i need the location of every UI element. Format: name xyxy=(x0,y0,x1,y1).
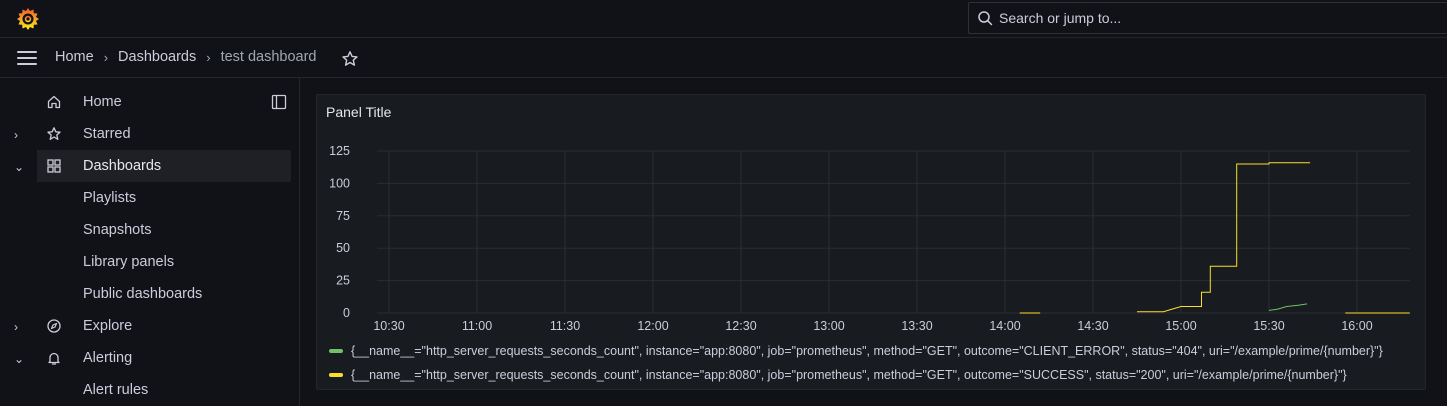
bell-icon xyxy=(48,352,60,365)
x-tick-label: 11:00 xyxy=(462,319,492,331)
legend-label: {__name__="http_server_requests_seconds_… xyxy=(351,368,1347,382)
breadcrumb-current: test dashboard xyxy=(220,49,317,65)
chevron-down-icon[interactable]: ⌄ xyxy=(14,352,24,366)
series-client-error-line xyxy=(1268,303,1308,311)
legend-label: {__name__="http_server_requests_seconds_… xyxy=(351,344,1383,358)
x-axis: 10:30 11:00 11:30 12:00 12:30 13:00 13:30 14:00… xyxy=(373,319,1372,331)
chart-series xyxy=(1019,162,1410,314)
y-axis: 0 25 50 75 100 125 xyxy=(329,144,350,320)
x-tick-label: 13:00 xyxy=(813,319,844,331)
chevron-down-icon[interactable]: ⌄ xyxy=(14,160,24,174)
y-tick-label: 50 xyxy=(336,241,350,255)
sidebar-item-snapshots[interactable]: Snapshots xyxy=(0,214,291,246)
sidebar-item-label: Public dashboards xyxy=(83,286,203,302)
grafana-logo-icon[interactable] xyxy=(15,6,41,32)
sidebar-item-dashboards[interactable]: Dashboards xyxy=(37,150,291,182)
x-tick-label: 14:00 xyxy=(989,319,1020,331)
search-placeholder: Search or jump to... xyxy=(999,10,1122,26)
sidebar-item-label: Alert rules xyxy=(83,382,149,398)
legend-swatch xyxy=(329,373,343,377)
dashboard-canvas: Panel Title 0 25 50 75 100 125 10:30 11:00 11:3… xyxy=(300,78,1447,406)
home-icon xyxy=(47,95,61,109)
sidebar-item-label: Home xyxy=(83,94,122,110)
sidebar-item-public-dashboards[interactable]: Public dashboards xyxy=(0,278,291,310)
breadcrumb-home[interactable]: Home xyxy=(55,49,94,65)
x-tick-label: 14:30 xyxy=(1077,319,1108,331)
x-tick-label: 15:30 xyxy=(1253,319,1284,331)
y-tick-label: 100 xyxy=(329,176,350,190)
chevron-right-icon: › xyxy=(103,49,109,65)
x-tick-label: 11:30 xyxy=(550,319,580,331)
sidebar-item-label: Playlists xyxy=(83,190,137,206)
chevron-right-icon[interactable]: › xyxy=(14,320,24,334)
sidebar: Home › Starred ⌄ Dashboards Playlists Sn… xyxy=(0,78,300,406)
sidebar-item-label: Snapshots xyxy=(83,222,152,238)
legend-item[interactable]: {__name__="http_server_requests_seconds_… xyxy=(329,339,1425,363)
sidebar-item-starred[interactable]: › Starred xyxy=(0,118,291,150)
x-tick-label: 12:00 xyxy=(637,319,668,331)
chart-grid xyxy=(377,150,1410,314)
sidebar-item-playlists[interactable]: Playlists xyxy=(0,182,291,214)
sidebar-item-explore[interactable]: › Explore xyxy=(0,310,291,342)
x-tick-label: 12:30 xyxy=(725,319,756,331)
x-tick-label: 10:30 xyxy=(373,319,404,331)
chevron-right-icon: › xyxy=(206,49,211,65)
search-icon xyxy=(978,11,993,26)
chevron-right-icon[interactable]: › xyxy=(14,128,24,142)
sidebar-item-label: Alerting xyxy=(83,350,133,366)
compass-icon xyxy=(47,319,61,333)
y-tick-label: 75 xyxy=(336,209,350,223)
breadcrumb-dashboards[interactable]: Dashboards xyxy=(118,49,196,65)
time-series-chart[interactable]: 0255075100125 10:30 11:00 11:30 12:00 12:30 1… xyxy=(317,131,1426,331)
chart-legend: {__name__="http_server_requests_seconds_… xyxy=(329,339,1425,387)
sidebar-item-label: Library panels xyxy=(83,254,175,270)
breadcrumb: Home › Dashboards › test dashboard xyxy=(55,49,317,65)
sidebar-item-library-panels[interactable]: Library panels xyxy=(0,246,291,278)
panel[interactable]: Panel Title 0 25 50 75 100 125 10:30 11:00 11:3… xyxy=(316,94,1426,390)
panel-title[interactable]: Panel Title xyxy=(326,104,391,120)
x-tick-label: 16:00 xyxy=(1341,319,1372,331)
sidebar-item-alerting[interactable]: ⌄ Alerting xyxy=(0,342,291,374)
menu-icon[interactable] xyxy=(17,51,37,65)
sidebar-item-label: Explore xyxy=(83,318,133,334)
y-tick-label: 25 xyxy=(336,274,350,288)
apps-icon xyxy=(47,159,61,173)
legend-item[interactable]: {__name__="http_server_requests_seconds_… xyxy=(329,363,1425,387)
sidebar-item-label: Starred xyxy=(83,126,131,142)
x-tick-label: 13:30 xyxy=(901,319,932,331)
star-icon[interactable] xyxy=(341,50,359,68)
sidebar-item-home[interactable]: Home xyxy=(0,86,291,118)
y-tick-label: 0 xyxy=(343,306,350,320)
x-tick-label: 15:00 xyxy=(1165,319,1196,331)
y-tick-label: 125 xyxy=(329,144,350,158)
legend-swatch xyxy=(329,349,343,353)
top-bar: Search or jump to... xyxy=(0,0,1447,38)
series-success-line xyxy=(1137,162,1311,313)
search-input[interactable]: Search or jump to... xyxy=(968,2,1447,34)
sidebar-item-alert-rules[interactable]: Alert rules xyxy=(0,374,291,406)
breadcrumb-bar: Home › Dashboards › test dashboard xyxy=(0,38,1447,78)
star-icon xyxy=(47,127,61,140)
sidebar-item-label: Dashboards xyxy=(83,158,162,174)
